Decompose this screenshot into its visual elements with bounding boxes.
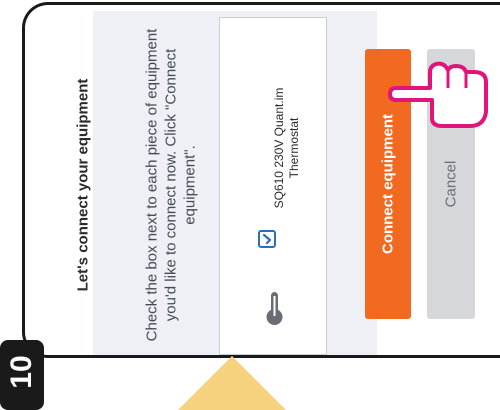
- equipment-checkbox[interactable]: [258, 230, 276, 248]
- cancel-label: Cancel: [442, 160, 460, 208]
- connect-equipment-label: Connect equipment: [379, 113, 397, 255]
- instruction-text: Check the box next to each piece of equi…: [143, 28, 199, 342]
- triangle-pointer-icon: [178, 356, 286, 410]
- equipment-type: Thermostat: [287, 117, 301, 179]
- checkmark-icon: [262, 233, 272, 245]
- page-title: Let's connect your equipment: [74, 78, 92, 292]
- hand-pointer-icon: [388, 61, 488, 128]
- thermostat-icon: [266, 292, 283, 325]
- equipment-name: SQ610 230V Quant.im Thermostat: [272, 88, 302, 209]
- equipment-list-item[interactable]: SQ610 230V Quant.im Thermostat: [219, 17, 327, 355]
- step-number: 10: [5, 355, 38, 389]
- equipment-model: SQ610 230V Quant.im: [272, 87, 286, 209]
